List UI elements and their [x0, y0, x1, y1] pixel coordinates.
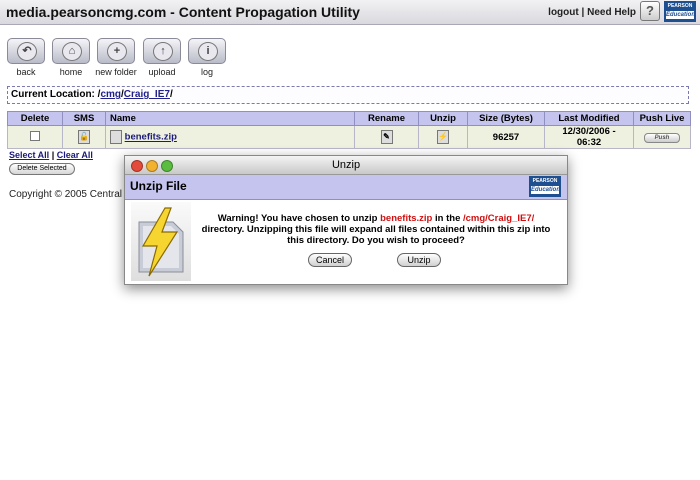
unzip-dialog: Unzip Unzip File PEARSON Education Warni… — [124, 155, 568, 285]
need-help-link[interactable]: Need Help — [587, 7, 636, 18]
current-location: Current Location: /cmg/Craig_IE7/ — [7, 86, 689, 104]
file-link[interactable]: benefits.zip — [125, 132, 177, 143]
dialog-header: Unzip File PEARSON Education — [125, 175, 567, 200]
logo-subtext: Education — [666, 11, 696, 19]
message-part2: in the — [432, 213, 463, 224]
selection-links: Select All | Clear All — [9, 150, 93, 160]
sms-cell: 🔓 — [62, 125, 106, 149]
dialog-message: Warning! You have chosen to unzip benefi… — [201, 213, 551, 246]
new-folder-label: new folder — [95, 67, 137, 77]
logo-subtext: Education — [531, 186, 561, 194]
log-button[interactable]: i log — [185, 38, 229, 77]
minimize-icon[interactable] — [146, 160, 158, 172]
home-button[interactable]: ⌂ home — [49, 38, 93, 77]
delete-cell — [7, 125, 63, 149]
help-icon[interactable]: ? — [640, 1, 660, 21]
pearson-logo: PEARSON Education — [664, 1, 696, 22]
col-unzip: Unzip — [418, 111, 468, 126]
select-all-link[interactable]: Select All — [9, 150, 49, 160]
unzip-icon[interactable]: ⚡ — [437, 130, 449, 144]
delete-checkbox[interactable] — [30, 130, 40, 141]
logo-text: PEARSON — [667, 3, 693, 9]
zoom-icon[interactable] — [161, 160, 173, 172]
location-label: Current Location: — [11, 89, 95, 100]
path-craig-link[interactable]: Craig_IE7 — [124, 89, 170, 100]
rename-icon[interactable]: ✎ — [380, 130, 393, 144]
logo-text: PEARSON — [532, 178, 558, 184]
file-icon — [110, 130, 122, 144]
logout-link[interactable]: logout — [548, 7, 579, 18]
unzip-cell: ⚡ — [418, 125, 468, 149]
clear-all-link[interactable]: Clear All — [57, 150, 93, 160]
message-path: /cmg/Craig_IE7/ — [463, 213, 535, 224]
back-button[interactable]: ↶ back — [4, 38, 48, 77]
dialog-titlebar: Unzip — [125, 156, 567, 175]
new-folder-button[interactable]: + new folder — [94, 38, 138, 77]
top-links: logout | Need Help — [548, 7, 636, 18]
size-cell: 96257 — [467, 125, 545, 149]
unzip-confirm-button[interactable]: Unzip — [397, 253, 441, 267]
dialog-heading: Unzip File — [130, 179, 187, 193]
message-part1: Warning! You have chosen to unzip — [217, 213, 381, 224]
log-label: log — [200, 67, 213, 77]
modified-cell: 12/30/2006 - 06:32 — [544, 125, 634, 149]
table-header-row: Delete SMS Name Rename Unzip Size (Bytes… — [7, 111, 691, 126]
push-button[interactable]: Push — [644, 133, 680, 143]
name-cell: benefits.zip — [105, 125, 355, 149]
col-sms: SMS — [62, 111, 106, 126]
selection-divider: | — [51, 150, 55, 160]
table-row: 🔓 benefits.zip ✎ ⚡ 96257 12/30/2006 - 06… — [7, 125, 691, 149]
back-arrow-icon: ↶ — [17, 42, 37, 61]
col-size: Size (Bytes) — [467, 111, 545, 126]
col-name: Name — [105, 111, 355, 126]
file-table: Delete SMS Name Rename Unzip Size (Bytes… — [7, 111, 691, 149]
cancel-button[interactable]: Cancel — [308, 253, 352, 267]
lightning-folder-icon — [131, 202, 191, 281]
upload-icon: ↑ — [153, 42, 173, 61]
path-separator: / — [169, 89, 173, 100]
path-cmg-link[interactable]: cmg — [100, 89, 121, 100]
top-links-separator: | — [581, 7, 585, 18]
back-label: back — [16, 67, 36, 77]
col-push-live: Push Live — [633, 111, 691, 126]
log-icon: i — [198, 42, 218, 61]
home-icon: ⌂ — [62, 42, 82, 61]
rename-cell: ✎ — [354, 125, 419, 149]
push-cell: Push — [633, 125, 691, 149]
col-modified: Last Modified — [544, 111, 634, 126]
upload-label: upload — [148, 67, 176, 77]
home-label: home — [59, 67, 83, 77]
app-title: media.pearsoncmg.com - Content Propagati… — [6, 4, 360, 20]
delete-selected-button[interactable]: Delete Selected — [9, 163, 75, 175]
copyright-text: Copyright © 2005 Central M — [9, 189, 134, 200]
dialog-window-title: Unzip — [331, 159, 361, 171]
pearson-logo: PEARSON Education — [529, 176, 561, 197]
col-rename: Rename — [354, 111, 419, 126]
top-bar: media.pearsoncmg.com - Content Propagati… — [0, 0, 700, 25]
close-icon[interactable] — [131, 160, 143, 172]
message-part3: directory. Unzipping this file will expa… — [201, 224, 551, 246]
new-folder-icon: + — [107, 42, 127, 61]
message-filename: benefits.zip — [380, 213, 433, 224]
col-delete: Delete — [7, 111, 63, 126]
upload-button[interactable]: ↑ upload — [140, 38, 184, 77]
lock-icon[interactable]: 🔓 — [78, 130, 90, 144]
